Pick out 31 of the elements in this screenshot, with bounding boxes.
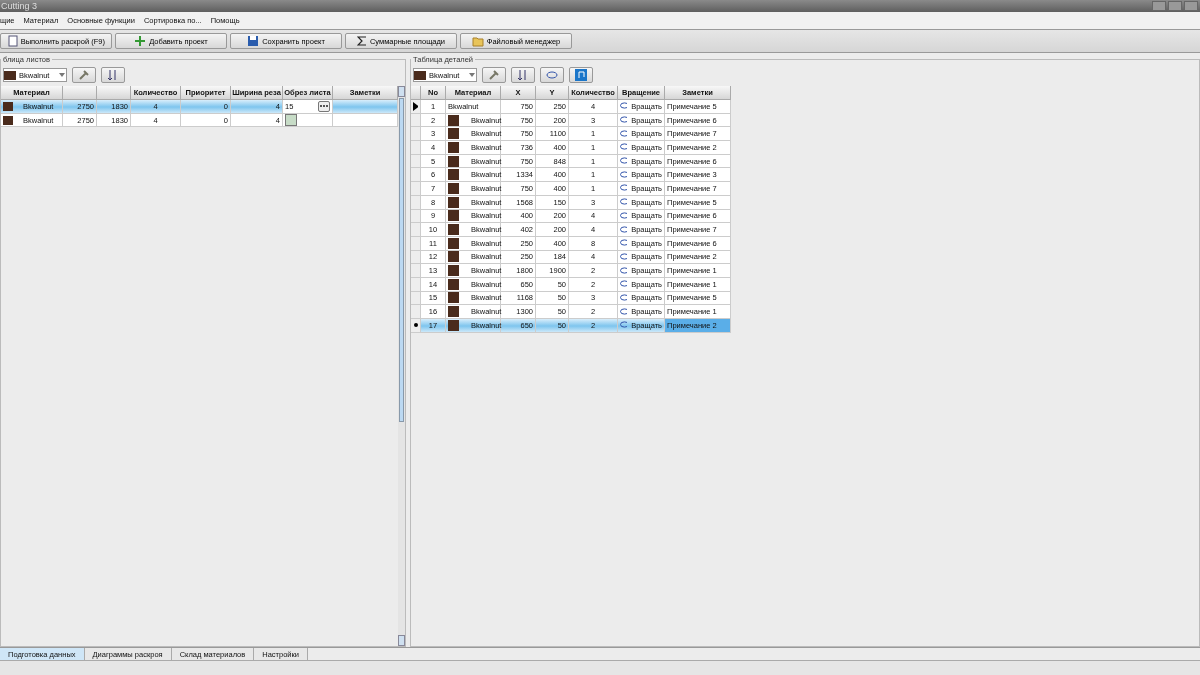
close-icon[interactable] <box>1184 1 1198 11</box>
sort-button[interactable] <box>101 67 125 83</box>
caret-icon <box>469 73 475 77</box>
folder-icon <box>471 35 484 47</box>
ellipsis-icon <box>319 104 329 109</box>
row-header[interactable] <box>411 319 421 333</box>
hammer-icon <box>488 69 500 81</box>
rotate-icon <box>546 71 558 79</box>
scrollbar-thumb[interactable] <box>399 98 404 422</box>
tools-button[interactable] <box>72 67 96 83</box>
scroll-down-button[interactable] <box>398 635 405 646</box>
floppy-icon <box>247 35 260 47</box>
window-title: Cutting 3 <box>1 1 38 11</box>
hammer-icon <box>78 69 90 81</box>
dot-icon <box>413 323 418 328</box>
note-icon <box>575 69 587 81</box>
scroll-up-button[interactable] <box>398 86 405 97</box>
more-button[interactable] <box>318 100 330 112</box>
sort-icon <box>517 69 529 81</box>
sigma-icon <box>356 35 367 47</box>
tools-button[interactable] <box>482 67 506 83</box>
checkbox[interactable] <box>285 114 297 127</box>
sort-button[interactable] <box>511 67 535 83</box>
minimize-icon[interactable] <box>1152 1 1166 11</box>
plus-icon <box>134 35 147 47</box>
rotate-button[interactable] <box>540 67 564 83</box>
maximize-icon[interactable] <box>1168 1 1182 11</box>
note-button[interactable] <box>569 67 593 83</box>
caret-icon <box>59 73 65 77</box>
sort-icon <box>107 69 119 81</box>
page-icon <box>7 35 18 47</box>
